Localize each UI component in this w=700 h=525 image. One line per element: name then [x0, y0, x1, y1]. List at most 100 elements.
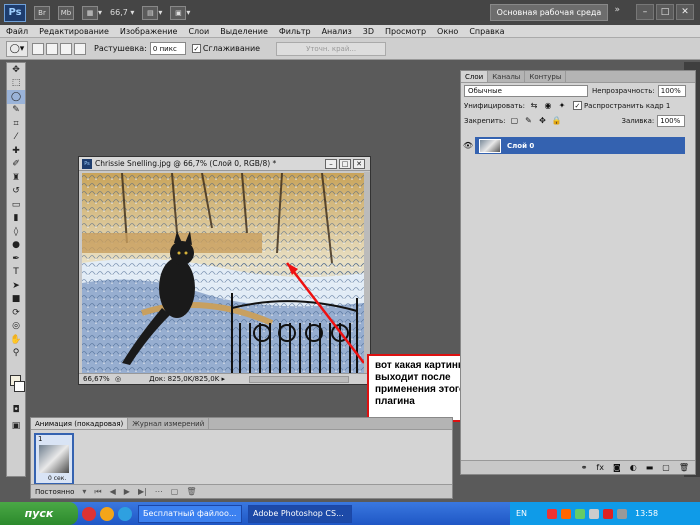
feather-input[interactable]: 0 пикс	[149, 42, 186, 55]
lock-all-icon[interactable]: 🔒	[551, 116, 561, 126]
layer-row-layer0[interactable]: Слой 0	[475, 137, 685, 154]
minimize-button[interactable]: –	[636, 4, 654, 20]
document-canvas[interactable]	[82, 173, 364, 373]
fill-input[interactable]: 100%	[657, 114, 686, 127]
add-selection-icon[interactable]	[46, 42, 58, 55]
history-brush-icon[interactable]: ↺	[7, 185, 25, 199]
status-arrow-icon[interactable]: ▸	[219, 375, 226, 383]
link-layers-icon[interactable]: ⚭	[581, 463, 588, 472]
close-button[interactable]: ✕	[676, 4, 694, 20]
dodge-tool-icon[interactable]: ●	[7, 239, 25, 253]
language-indicator[interactable]: EN	[516, 509, 527, 518]
shape-tool-icon[interactable]: ■	[7, 293, 25, 307]
menu-select[interactable]: Выделение	[220, 27, 268, 36]
document-maximize-button[interactable]: □	[339, 159, 351, 169]
quicklaunch-opera-icon[interactable]	[82, 506, 96, 521]
play-icon[interactable]: ▶	[124, 487, 130, 496]
animation-frame[interactable]: 1 0 сек.	[34, 433, 74, 485]
start-button[interactable]: пуск	[0, 502, 78, 525]
workspace-button[interactable]: Основная рабочая среда	[490, 4, 608, 21]
menu-help[interactable]: Справка	[469, 27, 504, 36]
marquee-tool-icon[interactable]: ⬚	[7, 77, 25, 91]
background-color-swatch[interactable]	[14, 381, 25, 392]
menu-window[interactable]: Окно	[437, 27, 458, 36]
tray-browser-icon[interactable]	[561, 508, 572, 519]
tray-volume-icon[interactable]	[589, 508, 600, 519]
tray-network-icon[interactable]	[575, 508, 586, 519]
blend-mode-select[interactable]: Обычные	[464, 84, 588, 97]
delete-layer-icon[interactable]: 🗑	[679, 463, 689, 472]
screen-mode-button[interactable]: ▣ ▾	[170, 5, 190, 21]
document-title-bar[interactable]: Ps Chrissie Snelling.jpg @ 66,7% (Слой 0…	[79, 157, 370, 171]
add-mask-icon[interactable]: ◙	[613, 463, 621, 472]
quicklaunch-browser-icon[interactable]	[118, 506, 132, 521]
tween-icon[interactable]: ⋯	[155, 487, 163, 496]
new-group-icon[interactable]: ▬	[646, 463, 654, 472]
tray-mail-icon[interactable]	[603, 508, 614, 519]
menu-image[interactable]: Изображение	[120, 27, 178, 36]
mini-bridge-button[interactable]: Mb	[58, 5, 74, 21]
menu-view[interactable]: Просмотр	[385, 27, 426, 36]
menu-edit[interactable]: Редактирование	[39, 27, 109, 36]
unify-style-icon[interactable]: ✦	[557, 101, 567, 111]
antialias-checkbox[interactable]: ✓	[191, 44, 201, 53]
duplicate-frame-icon[interactable]: ▢	[171, 487, 179, 496]
crop-tool-icon[interactable]: ⌗	[7, 117, 25, 131]
more-workspaces-icon[interactable]: »	[614, 5, 620, 15]
refine-edge-button[interactable]: Уточн. край...	[276, 41, 387, 56]
delete-frame-icon[interactable]: 🗑	[186, 487, 196, 496]
loop-select[interactable]: Постоянно	[35, 488, 74, 496]
eraser-tool-icon[interactable]: ▭	[7, 198, 25, 212]
lasso-preset-icon[interactable]: ◯▾	[6, 40, 28, 57]
bridge-button[interactable]: Br	[34, 5, 50, 21]
gradient-tool-icon[interactable]: ▮	[7, 212, 25, 226]
maximize-button[interactable]: □	[656, 4, 674, 20]
opacity-input[interactable]: 100%	[657, 84, 686, 97]
status-info-icon[interactable]: ◎	[115, 375, 121, 383]
menu-analysis[interactable]: Анализ	[322, 27, 352, 36]
loop-dropdown-icon[interactable]: ▾	[82, 487, 86, 496]
clone-stamp-icon[interactable]: ♜	[7, 171, 25, 185]
zoom-level-dropdown[interactable]: 66,7 ▾	[110, 5, 134, 21]
tab-measurement-log[interactable]: Журнал измерений	[128, 418, 210, 429]
quicklaunch-firefox-icon[interactable]	[100, 506, 114, 521]
document-vertical-scrollbar[interactable]	[364, 172, 370, 374]
new-selection-icon[interactable]	[32, 42, 44, 55]
first-frame-icon[interactable]: ⏮	[94, 487, 101, 497]
tab-channels[interactable]: Каналы	[488, 71, 526, 82]
eyedropper-tool-icon[interactable]: ⁄	[7, 131, 25, 145]
lock-transparency-icon[interactable]: ▢	[509, 116, 519, 126]
zoom-tool-icon[interactable]: ⚲	[7, 347, 25, 361]
frame-delay[interactable]: 0 сек.	[48, 475, 66, 482]
menu-filter[interactable]: Фильтр	[279, 27, 311, 36]
type-tool-icon[interactable]: T	[7, 266, 25, 280]
tray-misc-icon[interactable]	[617, 508, 628, 519]
menu-layer[interactable]: Слои	[188, 27, 209, 36]
arrange-documents-button[interactable]: ▤ ▾	[142, 5, 162, 21]
layer-style-icon[interactable]: fx	[596, 463, 604, 472]
menu-file[interactable]: Файл	[6, 27, 28, 36]
lock-pixels-icon[interactable]: ✎	[523, 116, 533, 126]
unify-visibility-icon[interactable]: ◉	[543, 101, 553, 111]
document-minimize-button[interactable]: –	[325, 159, 337, 169]
brush-tool-icon[interactable]: ✐	[7, 158, 25, 172]
document-horizontal-scrollbar[interactable]	[249, 375, 350, 383]
healing-brush-icon[interactable]: ✚	[7, 144, 25, 158]
quick-mask-icon[interactable]: ◘	[7, 403, 25, 417]
pen-tool-icon[interactable]: ✒	[7, 252, 25, 266]
tab-layers[interactable]: Слои	[461, 71, 489, 82]
hand-tool-icon[interactable]: ✋	[7, 333, 25, 347]
quick-select-tool-icon[interactable]: ✎	[7, 104, 25, 118]
screen-mode-icon[interactable]: ▣	[7, 419, 25, 433]
prev-frame-icon[interactable]: ◀	[110, 487, 116, 496]
document-close-button[interactable]: ✕	[353, 159, 365, 169]
lock-position-icon[interactable]: ✥	[537, 116, 547, 126]
intersect-selection-icon[interactable]	[74, 42, 86, 55]
unify-position-icon[interactable]: ⇆	[529, 101, 539, 111]
clock[interactable]: 13:58	[635, 509, 658, 518]
extras-button[interactable]: ▦ ▾	[82, 5, 102, 21]
menu-3d[interactable]: 3D	[363, 27, 374, 36]
tab-paths[interactable]: Контуры	[525, 71, 567, 82]
document-zoom[interactable]: 66,67%	[83, 375, 115, 383]
move-tool-icon[interactable]: ✥	[7, 63, 25, 77]
